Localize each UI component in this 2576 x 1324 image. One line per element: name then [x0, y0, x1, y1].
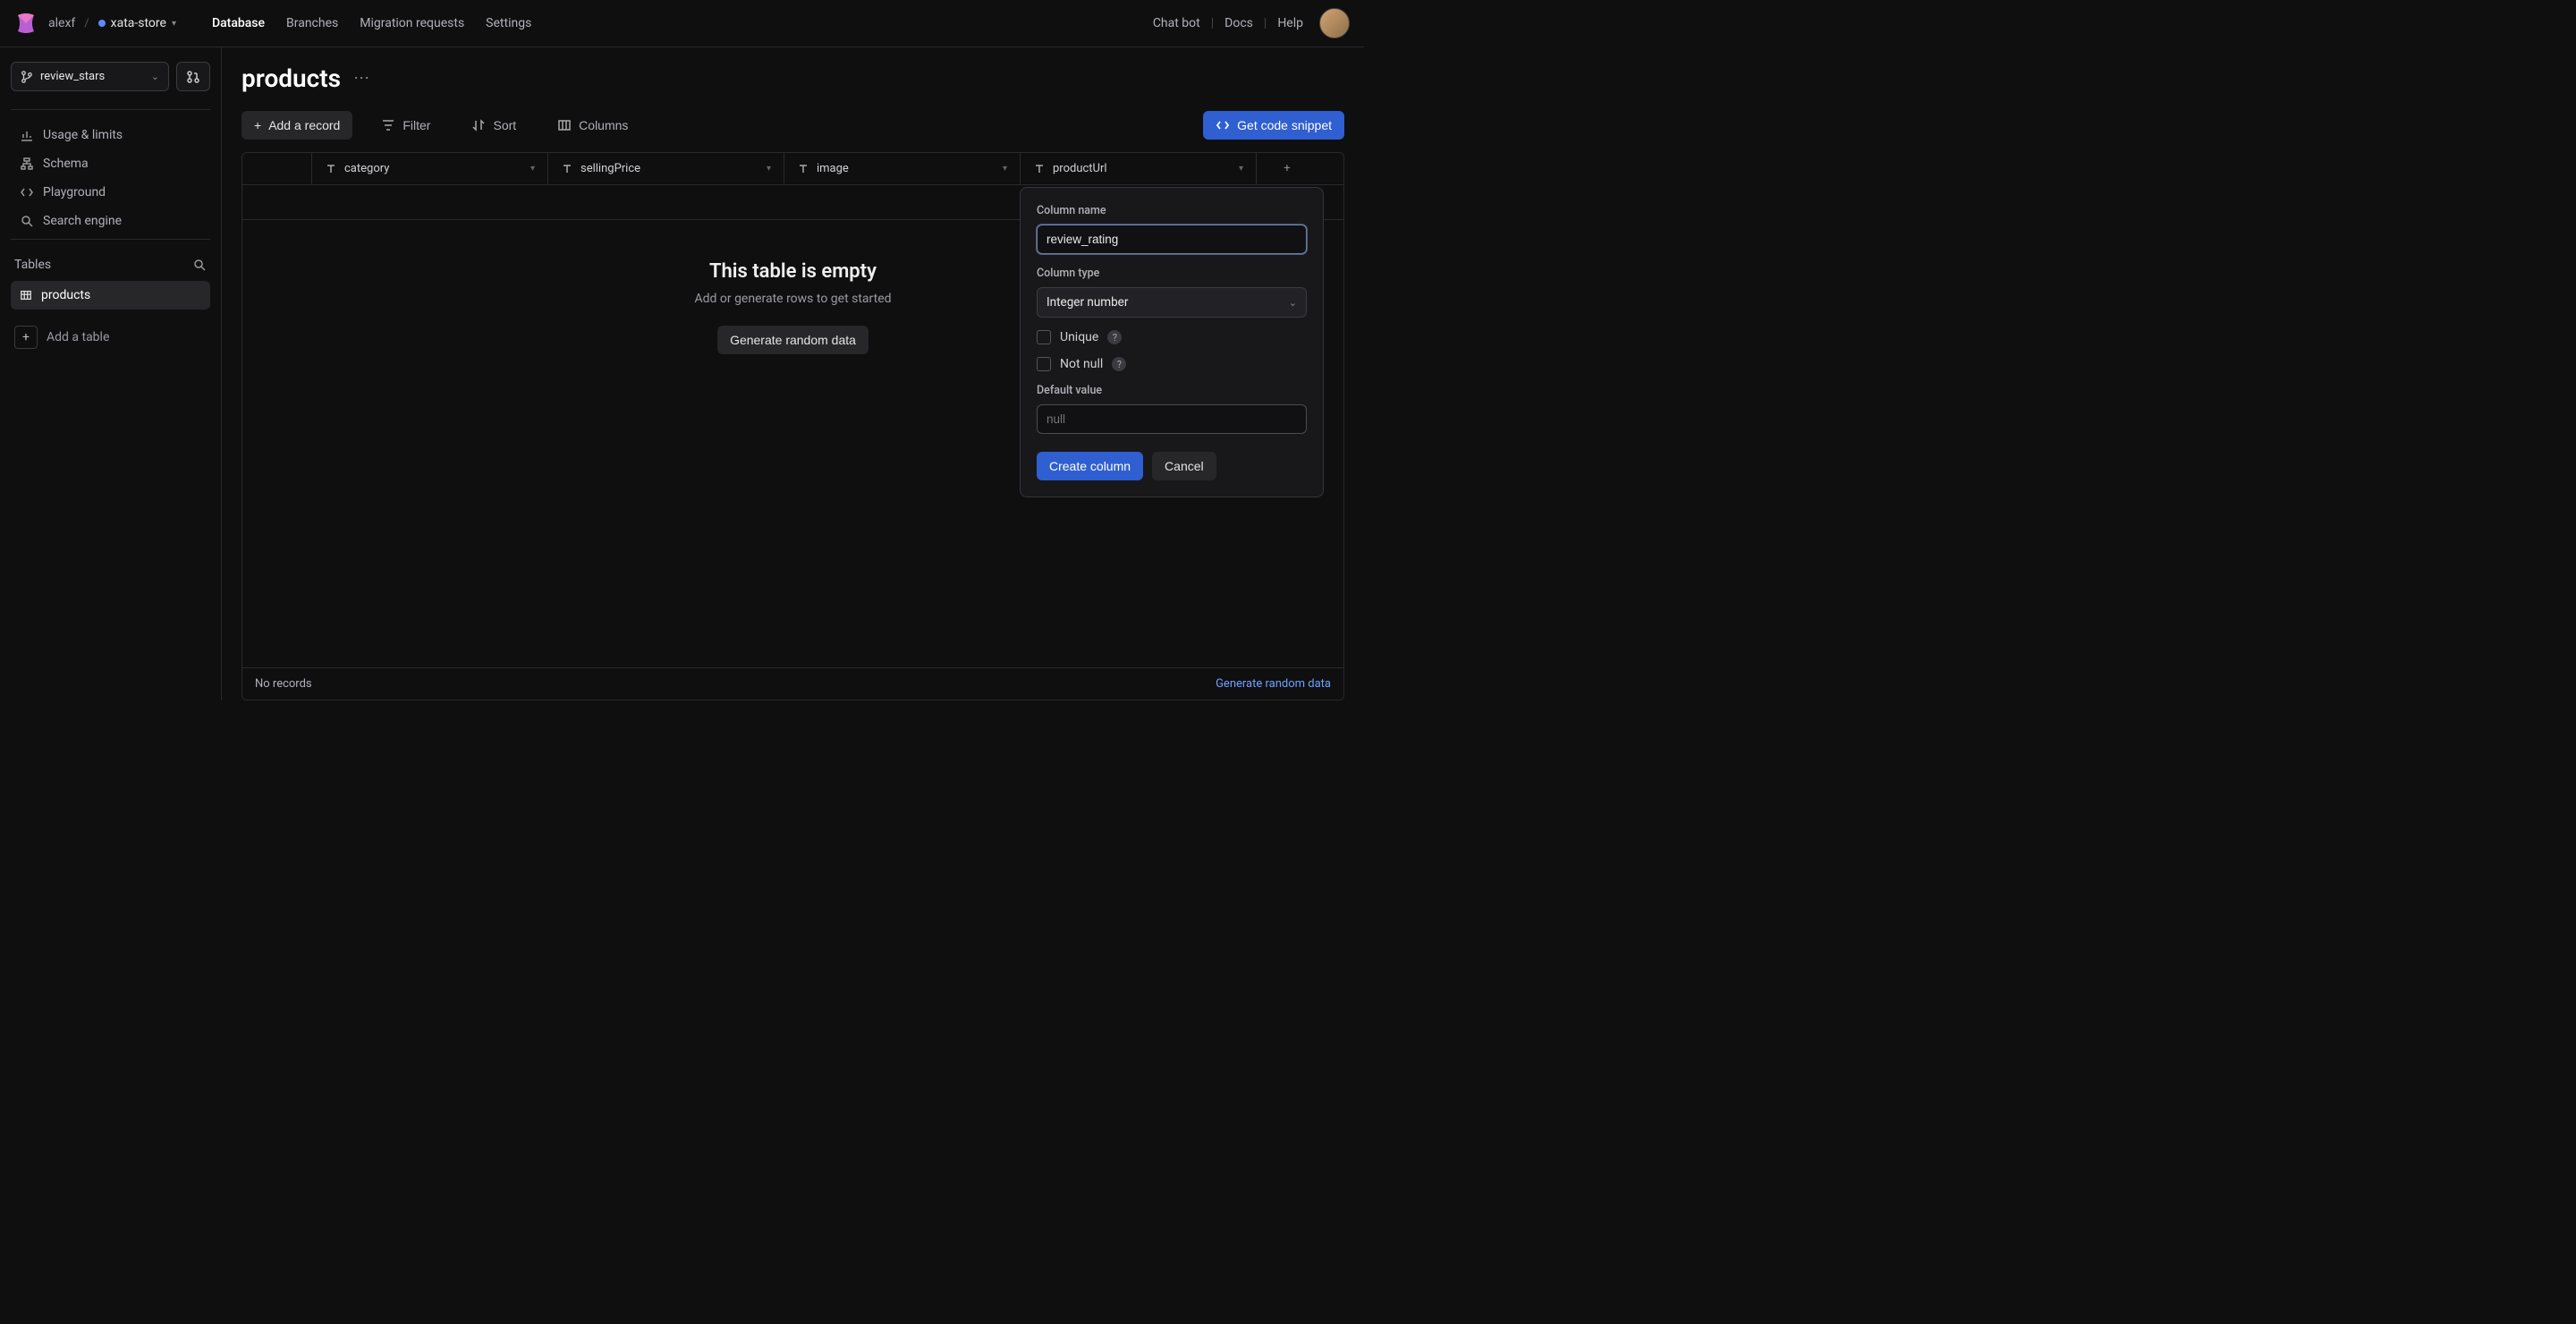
generate-data-link[interactable]: Generate random data [1216, 677, 1331, 691]
row-header-cell [242, 153, 312, 184]
pull-request-button[interactable] [176, 62, 210, 91]
record-count: No records [255, 677, 312, 691]
unique-checkbox[interactable] [1037, 330, 1051, 344]
filter-button[interactable]: Filter [369, 111, 443, 140]
text-type-icon [561, 163, 573, 175]
nav-settings[interactable]: Settings [486, 16, 531, 30]
chevron-down-icon: ▾ [530, 164, 535, 174]
store-selector[interactable]: xata-store ▾ [98, 16, 176, 30]
add-record-button[interactable]: + Add a record [242, 111, 352, 140]
help-icon[interactable]: ? [1107, 330, 1122, 344]
default-value-input[interactable] [1037, 404, 1307, 434]
sidebar-item-search[interactable]: Search engine [11, 207, 210, 235]
code-snippet-button[interactable]: Get code snippet [1203, 111, 1344, 140]
column-name: productUrl [1053, 162, 1107, 175]
text-type-icon [797, 163, 809, 175]
code-icon [1216, 118, 1230, 132]
column-name: category [344, 162, 389, 175]
columns-icon [557, 118, 572, 132]
unique-label: Unique [1060, 330, 1098, 344]
help-link[interactable]: Help [1277, 16, 1303, 30]
nav-migrations[interactable]: Migration requests [360, 16, 464, 30]
sidebar-item-schema[interactable]: Schema [11, 149, 210, 178]
plus-icon: + [14, 326, 38, 349]
default-value-label: Default value [1037, 384, 1307, 397]
code-snippet-label: Get code snippet [1237, 118, 1332, 132]
workspace-crumb[interactable]: alexf [48, 16, 75, 30]
page-title: products [242, 64, 341, 93]
column-type-label: Column type [1037, 267, 1307, 280]
avatar[interactable] [1319, 8, 1350, 38]
chevron-down-icon: ⌄ [151, 71, 159, 82]
add-column-button[interactable]: + [1257, 153, 1318, 184]
code-icon [20, 185, 34, 199]
filter-label: Filter [402, 118, 430, 132]
chevron-down-icon: ▾ [767, 164, 771, 174]
column-name-label: Column name [1037, 204, 1307, 217]
add-record-label: Add a record [268, 118, 340, 132]
columns-label: Columns [579, 118, 628, 132]
cancel-button[interactable]: Cancel [1152, 452, 1216, 480]
tables-heading: Tables [14, 258, 51, 272]
chevron-down-icon: ▾ [1239, 164, 1243, 174]
plus-icon: + [254, 118, 261, 132]
nav-database[interactable]: Database [212, 16, 265, 30]
nav-branches[interactable]: Branches [286, 16, 338, 30]
column-header-sellingprice[interactable]: sellingPrice ▾ [548, 153, 784, 184]
table-icon [20, 289, 32, 301]
branch-selector[interactable]: review_stars ⌄ [11, 62, 169, 91]
chat-bot-link[interactable]: Chat bot [1153, 16, 1200, 30]
chevron-down-icon: ⌄ [1289, 297, 1297, 309]
chevron-down-icon: ▾ [1003, 164, 1007, 174]
sidebar-item-label: Search engine [43, 214, 122, 228]
notnull-label: Not null [1060, 357, 1103, 371]
plus-icon: + [1284, 162, 1290, 175]
text-type-icon [325, 163, 337, 175]
column-type-value: Integer number [1046, 295, 1128, 310]
sidebar-item-label: Usage & limits [43, 128, 123, 142]
create-column-popover: Column name Column type Integer number ⌄… [1020, 187, 1324, 497]
column-name-input[interactable] [1037, 225, 1307, 254]
filter-icon [381, 118, 395, 132]
table-item-products[interactable]: products [11, 281, 210, 310]
xata-logo[interactable] [14, 12, 38, 35]
chart-icon [20, 128, 34, 142]
table-item-label: products [41, 288, 90, 302]
columns-button[interactable]: Columns [545, 111, 640, 140]
schema-icon [20, 157, 34, 171]
column-header-category[interactable]: category ▾ [312, 153, 548, 184]
git-branch-icon [21, 71, 33, 83]
sidebar-item-label: Schema [43, 157, 89, 171]
sort-icon [471, 118, 486, 132]
search-icon[interactable] [192, 258, 207, 272]
sidebar-item-label: Playground [43, 185, 106, 199]
sort-label: Sort [493, 118, 516, 132]
sort-button[interactable]: Sort [459, 111, 529, 140]
store-name: xata-store [111, 16, 166, 30]
create-column-button[interactable]: Create column [1037, 452, 1143, 480]
notnull-checkbox[interactable] [1037, 357, 1051, 371]
divider: | [1211, 16, 1214, 30]
docs-link[interactable]: Docs [1224, 16, 1253, 30]
help-icon[interactable]: ? [1112, 357, 1126, 371]
divider: | [1264, 16, 1267, 30]
column-header-producturl[interactable]: productUrl ▾ [1021, 153, 1257, 184]
add-table-label: Add a table [47, 330, 109, 344]
git-pull-request-icon [186, 70, 200, 84]
more-icon[interactable]: ⋯ [353, 69, 369, 88]
column-name: image [817, 162, 849, 175]
add-table-button[interactable]: + Add a table [11, 318, 210, 356]
search-engine-icon [20, 214, 34, 228]
text-type-icon [1033, 163, 1046, 175]
crumb-separator: / [84, 17, 89, 30]
status-dot-icon [98, 20, 106, 27]
column-header-image[interactable]: image ▾ [784, 153, 1021, 184]
generate-data-button[interactable]: Generate random data [717, 326, 869, 354]
sidebar-item-usage[interactable]: Usage & limits [11, 121, 210, 149]
chevron-down-icon: ▾ [172, 19, 176, 29]
column-type-select[interactable]: Integer number ⌄ [1037, 287, 1307, 318]
column-name: sellingPrice [580, 162, 640, 175]
branch-name: review_stars [40, 70, 105, 83]
sidebar-item-playground[interactable]: Playground [11, 178, 210, 207]
